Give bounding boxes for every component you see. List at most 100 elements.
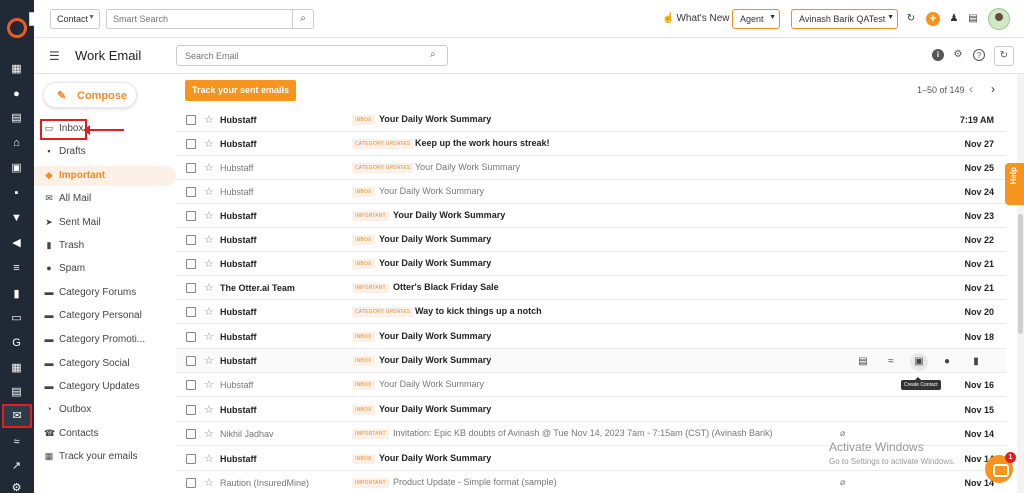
row-checkbox[interactable] xyxy=(186,283,196,293)
list-icon[interactable]: ≡ xyxy=(10,262,23,275)
context-select[interactable]: Contact ▼ xyxy=(50,9,100,29)
row-checkbox[interactable] xyxy=(186,380,196,390)
sidebar-item-contacts[interactable]: ☎ Contacts xyxy=(34,424,176,444)
bell-icon[interactable]: ♟ xyxy=(947,12,961,26)
track-sent-emails-button[interactable]: Track your sent emails xyxy=(185,80,296,101)
contact-card-icon[interactable]: ▪ xyxy=(10,187,23,200)
email-icon[interactable]: ✉ xyxy=(2,404,32,428)
handshake-icon[interactable]: ≈ xyxy=(885,356,897,368)
star-icon[interactable]: ☆ xyxy=(204,137,214,150)
star-icon[interactable]: ☆ xyxy=(204,378,214,391)
sidebar-item-category-personal[interactable]: ▬ Category Personal xyxy=(34,306,176,326)
menu-icon[interactable]: ☰ xyxy=(49,49,60,63)
table-row[interactable]: ☆ Hubstaff INBOX Your Daily Work Summary… xyxy=(176,228,1006,252)
sidebar-item-track-emails[interactable]: ▦ Track your emails xyxy=(34,447,176,467)
sidebar-item-category-forums[interactable]: ▬ Category Forums xyxy=(34,283,176,303)
app-logo[interactable] xyxy=(7,18,27,38)
sidebar-item-category-updates[interactable]: ▬ Category Updates xyxy=(34,377,176,397)
avatar[interactable] xyxy=(988,8,1010,30)
sidebar-item-all-mail[interactable]: ✉ All Mail xyxy=(34,189,176,209)
row-checkbox[interactable] xyxy=(186,478,196,488)
star-icon[interactable]: ☆ xyxy=(204,452,214,465)
trash-icon[interactable]: ▮ xyxy=(970,356,982,368)
table-row[interactable]: ☆ Raution (InsuredMine) IMPORTANT Produc… xyxy=(176,471,1006,493)
documents-icon[interactable]: ▤ xyxy=(10,112,23,125)
calculator-icon[interactable]: ▦ xyxy=(10,362,23,375)
refresh-button[interactable]: ↻ xyxy=(994,46,1014,66)
table-row[interactable]: ☆ Hubstaff INBOX Your Daily Work Summary… xyxy=(176,108,1006,132)
dashboard-icon[interactable]: ▦ xyxy=(10,63,23,76)
row-checkbox[interactable] xyxy=(186,163,196,173)
chevron-right-icon[interactable]: › xyxy=(991,82,995,96)
chevron-left-icon[interactable]: ‹ xyxy=(969,82,973,96)
row-checkbox[interactable] xyxy=(186,332,196,342)
table-row[interactable]: ☆ The Otter.ai Team IMPORTANT Otter's Bl… xyxy=(176,276,1006,300)
bank-icon[interactable]: ⌂ xyxy=(10,137,23,150)
table-row[interactable]: ☆ Hubstaff CATEGORY UPDATES Keep up the … xyxy=(176,132,1006,156)
help-icon[interactable]: ? xyxy=(973,49,985,61)
search-email-input[interactable] xyxy=(176,45,448,66)
row-checkbox[interactable] xyxy=(186,307,196,317)
star-icon[interactable]: ☆ xyxy=(204,185,214,198)
row-checkbox[interactable] xyxy=(186,405,196,415)
agent-select[interactable]: Agent ▼ xyxy=(732,9,780,29)
folder-rail-icon[interactable]: ▭ xyxy=(10,312,23,325)
smart-search-input[interactable] xyxy=(106,9,292,29)
calendar-icon[interactable]: ▣ xyxy=(10,162,23,175)
table-row[interactable]: ☆ Hubstaff INBOX Your Daily Work Summary… xyxy=(176,180,1006,204)
sidebar-item-drafts[interactable]: ▪ Drafts xyxy=(34,142,176,162)
star-icon[interactable]: ☆ xyxy=(204,161,214,174)
person-icon[interactable]: ● xyxy=(941,356,953,368)
sidebar-item-category-promotions[interactable]: ▬ Category Promoti... xyxy=(34,330,176,350)
analytics-icon[interactable]: ↗ xyxy=(10,460,23,473)
row-checkbox[interactable] xyxy=(186,259,196,269)
row-checkbox[interactable] xyxy=(186,356,196,366)
table-row[interactable]: ☆ Hubstaff CATEGORY UPDATES Your Daily W… xyxy=(176,156,1006,180)
star-icon[interactable]: ☆ xyxy=(204,330,214,343)
sidebar-item-trash[interactable]: ▮ Trash xyxy=(34,236,176,256)
search-icon[interactable]: ⌕ xyxy=(430,49,436,60)
handshake-icon[interactable]: ≈ xyxy=(10,436,23,449)
whats-new-link[interactable]: ☝ What's New xyxy=(662,13,730,24)
row-checkbox[interactable] xyxy=(186,139,196,149)
star-icon[interactable]: ☆ xyxy=(204,305,214,318)
star-icon[interactable]: ☆ xyxy=(204,281,214,294)
megaphone-icon[interactable]: ◀ xyxy=(10,237,23,250)
star-icon[interactable]: ☆ xyxy=(204,257,214,270)
search-icon[interactable]: ⌕ xyxy=(292,9,314,29)
star-icon[interactable]: ☆ xyxy=(204,209,214,222)
compose-button[interactable]: ✎ Compose xyxy=(43,82,137,108)
row-checkbox[interactable] xyxy=(186,115,196,125)
chart-icon[interactable]: ▮ xyxy=(10,288,23,301)
row-checkbox[interactable] xyxy=(186,187,196,197)
table-row[interactable]: ☆ Hubstaff INBOX Your Daily Work Summary… xyxy=(176,373,1006,397)
table-row[interactable]: ☆ Hubstaff INBOX Your Daily Work Summary… xyxy=(176,252,1006,276)
info-icon[interactable]: i xyxy=(932,49,944,61)
sidebar-item-important[interactable]: ◆ Important xyxy=(34,166,176,186)
user-select[interactable]: Avinash Barik QATest ▼ xyxy=(791,9,898,29)
sidebar-item-category-social[interactable]: ▬ Category Social xyxy=(34,354,176,374)
table-row[interactable]: ☆ Hubstaff CATEGORY UPDATES Way to kick … xyxy=(176,300,1006,324)
table-row[interactable]: ☆ Hubstaff INBOX Your Daily Work Summary… xyxy=(176,325,1006,349)
document-icon[interactable]: ▤ xyxy=(857,356,869,368)
scrollbar[interactable] xyxy=(1017,74,1024,493)
billing-icon[interactable]: ▤ xyxy=(966,12,980,26)
star-icon[interactable]: ☆ xyxy=(204,113,214,126)
sidebar-item-spam[interactable]: ● Spam xyxy=(34,259,176,279)
calendar2-icon[interactable]: ▤ xyxy=(10,386,23,399)
filter-icon[interactable]: ▼ xyxy=(10,212,23,225)
settings-rail-icon[interactable]: ⚙ xyxy=(10,482,23,493)
scrollbar-thumb[interactable] xyxy=(1018,214,1023,334)
star-icon[interactable]: ☆ xyxy=(204,427,214,440)
sync-icon[interactable]: ↻ xyxy=(904,12,918,26)
table-row[interactable]: ☆ Hubstaff IMPORTANT Your Daily Work Sum… xyxy=(176,204,1006,228)
star-icon[interactable]: ☆ xyxy=(204,233,214,246)
sidebar-item-sent-mail[interactable]: ➤ Sent Mail xyxy=(34,213,176,233)
row-checkbox[interactable] xyxy=(186,429,196,439)
star-icon[interactable]: ☆ xyxy=(204,354,214,367)
table-row[interactable]: ☆ Hubstaff INBOX Your Daily Work Summary… xyxy=(176,398,1006,422)
row-checkbox[interactable] xyxy=(186,454,196,464)
add-icon[interactable]: + xyxy=(926,12,940,26)
contacts-rail-icon[interactable]: ● xyxy=(10,88,23,101)
sidebar-item-outbox[interactable]: ◔ Outbox xyxy=(34,400,176,420)
